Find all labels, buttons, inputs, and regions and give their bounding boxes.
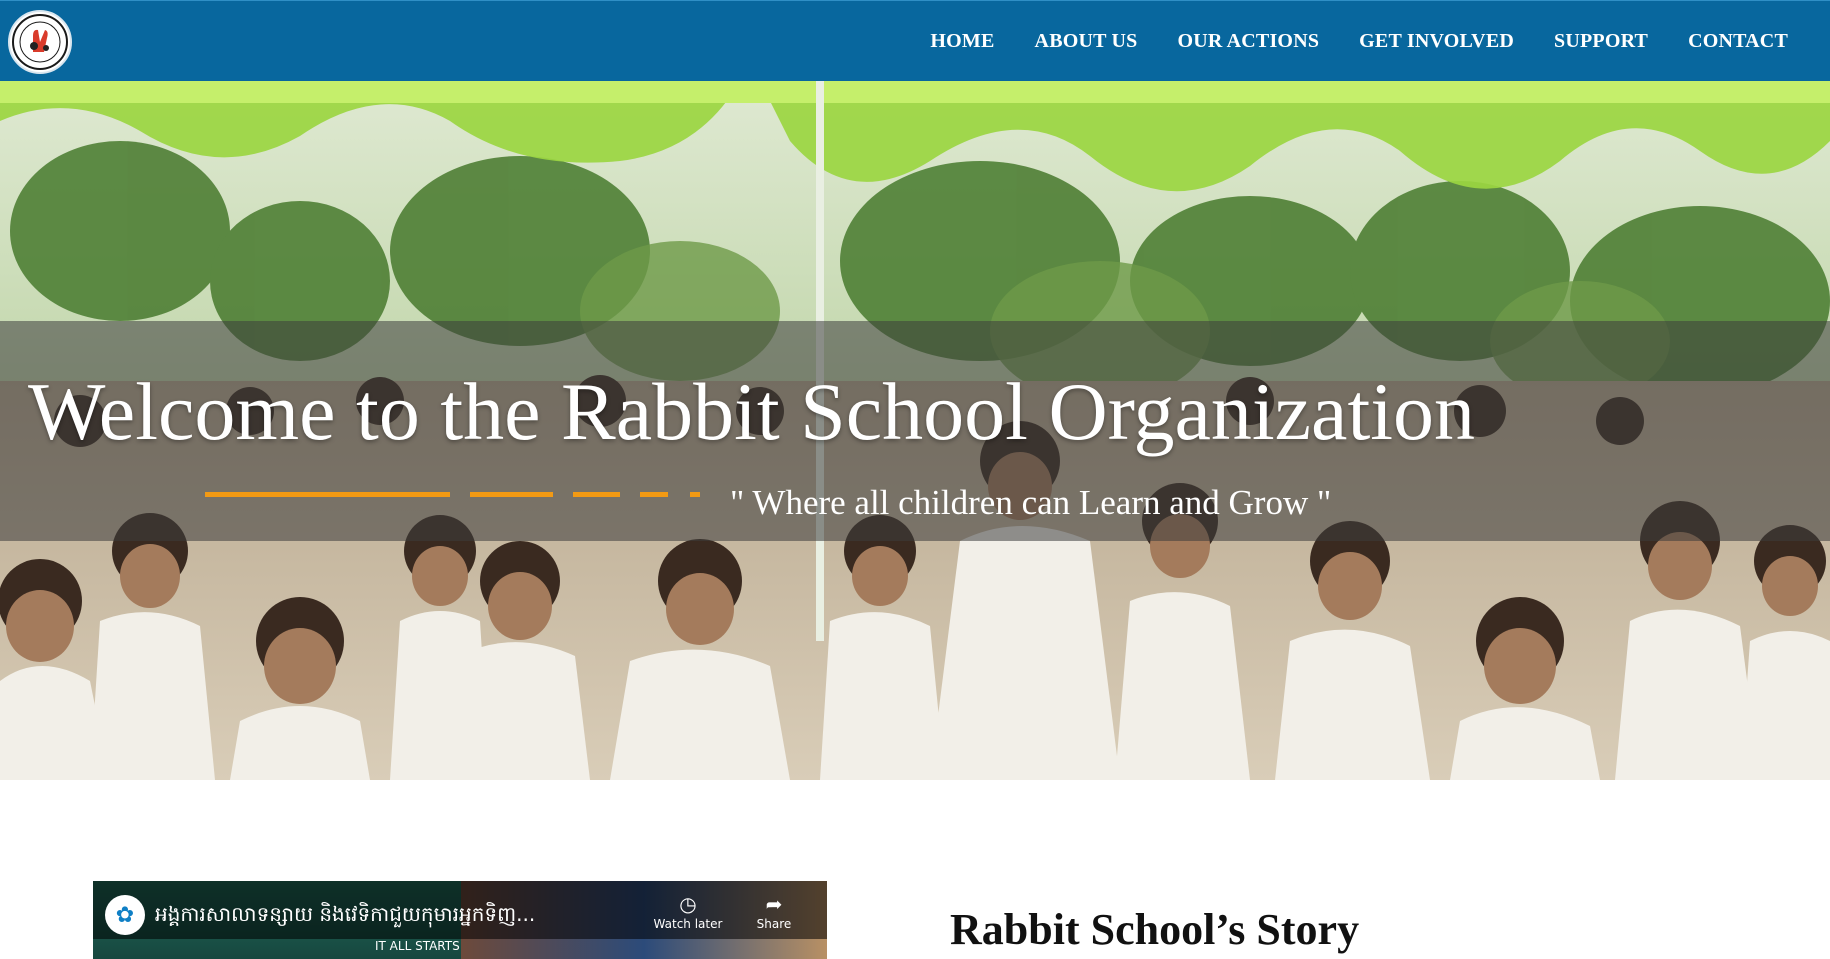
story-heading: Rabbit School’s Story [950,905,1360,954]
nav-home[interactable]: HOME [930,30,994,53]
hero-title: Welcome to the Rabbit School Organizatio… [27,366,1476,457]
tagline-dash [690,492,700,497]
tagline-dash [573,492,620,497]
nav-get-involved[interactable]: GET INVOLVED [1359,30,1514,53]
site-header: HOME ABOUT US OUR ACTIONS GET INVOLVED S… [0,0,1830,81]
tagline-dash [205,492,450,497]
nav-contact[interactable]: CONTACT [1688,30,1788,53]
tagline-dash [640,492,668,497]
youtube-video-embed[interactable]: ✿ អង្គការសាលាទន្សាយ និងវេទិកាជួយកុមារអ្ន… [93,881,827,959]
logo-icon [12,14,68,70]
clock-icon: ◷ [679,892,697,916]
nav-about-us[interactable]: ABOUT US [1035,30,1138,53]
video-thumbnail-caption: IT ALL STARTS [375,939,460,953]
share-arrow-icon: ➦ [765,892,783,916]
nav-support[interactable]: SUPPORT [1554,30,1648,53]
nav-our-actions[interactable]: OUR ACTIONS [1177,30,1319,53]
watch-later-label: Watch later [653,917,723,931]
tagline-dash [470,492,553,497]
watch-later-button[interactable]: ◷ Watch later [653,893,723,931]
video-title[interactable]: អង្គការសាលាទន្សាយ និងវេទិកាជួយកុមារអ្នកទ… [155,901,605,931]
rabbit-school-logo[interactable] [8,10,72,74]
share-button[interactable]: ➦ Share [739,893,809,931]
hero-banner: Welcome to the Rabbit School Organizatio… [0,81,1830,780]
share-label: Share [756,917,792,931]
channel-avatar-icon[interactable]: ✿ [105,895,145,935]
hero-tagline: " Where all children can Learn and Grow … [730,483,1332,522]
main-nav: HOME ABOUT US OUR ACTIONS GET INVOLVED S… [930,1,1788,82]
